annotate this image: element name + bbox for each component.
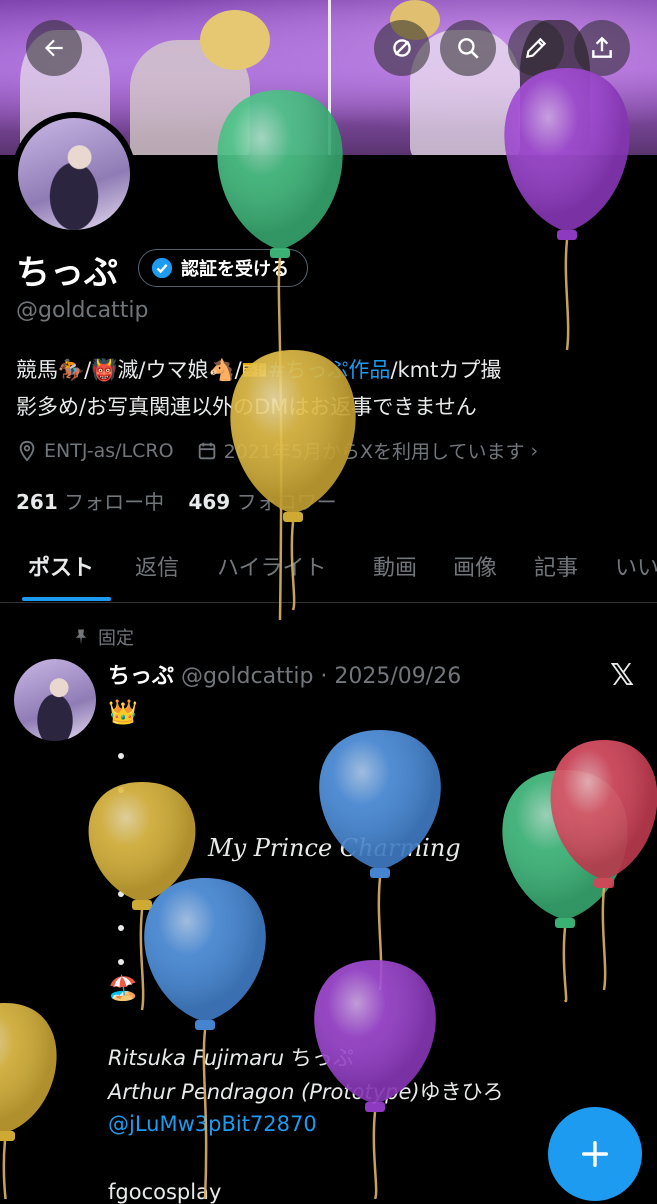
profile-meta: ENTJ-as/LCRO 2021年5月からXを利用しています › [16,437,656,464]
edit-icon [525,37,547,59]
balloon [550,740,657,991]
follow-stats: 261 フォロー中 469 フォロワー [16,486,337,515]
balloon [88,782,196,1011]
bio-hashtag-link[interactable]: #ちっぷ作品 [268,358,391,382]
get-verified-button[interactable]: 認証を受ける [138,249,308,287]
tab-likes[interactable]: いい [615,550,657,582]
bullet-dot [118,891,124,897]
bio-text-line2: 影多め/お写真関連以外のDMはお返事できません [16,395,477,419]
edit-button[interactable] [508,20,564,76]
tab-posts[interactable]: ポスト [28,550,94,582]
post-author-meta: @goldcattip · 2025/09/26 [181,664,462,689]
get-verified-label: 認証を受ける [181,259,289,280]
pinned-label: 固定 [98,628,134,649]
credit2-jp: ゆきひろ [419,1080,504,1104]
tab-highlights[interactable]: ハイライト [217,550,327,582]
credit2-en: Arthur Pendragon (Prototype) [108,1080,420,1104]
following-link[interactable]: 261 フォロー中 [16,490,164,514]
profile-name: ちっぷ [16,253,118,293]
calendar-icon [198,442,215,459]
post-avatar[interactable] [14,659,96,741]
tab-articles[interactable]: 記事 [534,550,578,582]
post-title-line: My Prince Charming [208,834,461,862]
refresh-icon [393,39,411,57]
tab-replies[interactable]: 返信 [135,550,179,582]
location-icon [19,440,35,462]
bullet-dot [118,959,124,965]
share-icon [592,36,612,58]
followers-link[interactable]: 469 フォロワー [188,490,336,514]
bullet-dot [118,787,124,793]
bullet-dot [118,753,124,759]
tab-images[interactable]: 画像 [453,550,497,582]
verified-badge-icon [151,257,173,279]
credit1-en: Ritsuka Fujimaru [108,1046,285,1070]
balloon [0,1003,57,1199]
chevron-right-icon[interactable]: › [530,440,538,462]
crown-emoji: 👑 [108,698,138,726]
profile-tabs: ポスト 返信 ハイライト 動画 画像 記事 いい [0,540,657,603]
active-tab-indicator [22,597,111,601]
pinned-indicator: 固定 [72,624,134,650]
search-button[interactable] [440,20,496,76]
profile-avatar[interactable] [12,112,136,236]
post-tag: fgocosplay [108,1180,222,1204]
post-mention-link[interactable]: @jLuMw3pBit72870 [108,1112,317,1136]
x-logo-icon: 𝕏 [610,658,635,693]
post-header: ちっぷ @goldcattip · 2025/09/26 [108,658,461,690]
profile-location: ENTJ-as/LCRO [44,439,174,462]
tab-videos[interactable]: 動画 [373,550,417,582]
pin-icon [75,629,87,645]
refresh-button[interactable] [374,20,430,76]
share-button[interactable] [574,20,630,76]
search-icon [458,38,479,59]
balloon [502,770,628,1003]
back-button[interactable] [26,20,82,76]
bio-text: 競馬🏇/👹滅/ウマ娘🐴/🎫 [16,358,268,382]
post-author-name[interactable]: ちっぷ [108,664,174,689]
bio-text-suffix: /kmtカプ撮 [390,358,502,382]
profile-joined: 2021年5月からXを利用しています [223,441,525,463]
profile-handle: @goldcattip [16,298,149,323]
profile-bio: 競馬🏇/👹滅/ウマ娘🐴/🎫#ちっぷ作品/kmtカプ撮 影多め/お写真関連以外のD… [16,352,646,426]
credit1-jp: ちっぷ [290,1046,354,1070]
beach-emoji: 🏖️ [108,974,138,1002]
arrow-left-icon [44,39,63,57]
plus-icon [581,1140,609,1168]
bullet-dot [118,925,124,931]
balloon [144,878,266,1199]
compose-button[interactable] [548,1107,642,1201]
